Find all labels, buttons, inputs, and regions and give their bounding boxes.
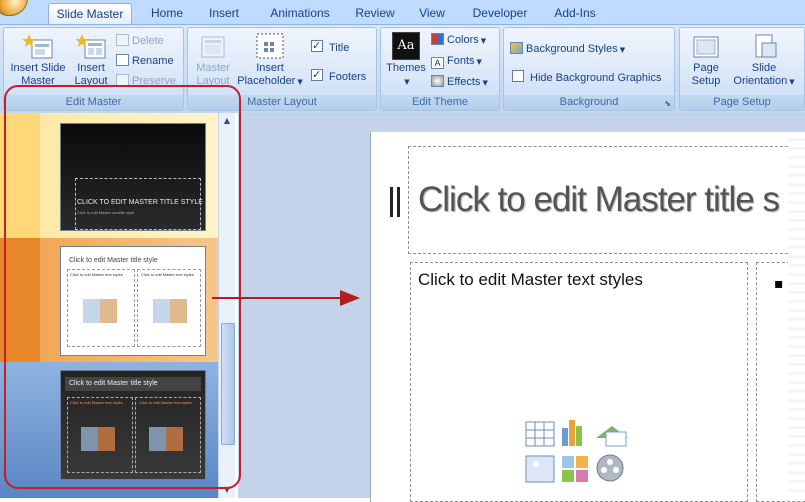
dropdown-arrow-icon: ▼ — [297, 78, 303, 86]
office-button[interactable] — [0, 0, 28, 16]
insert-placeholder-button[interactable]: Insert Placeholder ▼ — [234, 32, 306, 89]
rename-button[interactable]: Rename — [116, 54, 174, 69]
page-setup-label: Page Setup — [680, 95, 804, 110]
dropdown-arrow-icon: ▼ — [404, 78, 410, 86]
tab-home[interactable]: Home — [142, 3, 192, 24]
smartart-icon[interactable] — [596, 426, 628, 447]
colors-icon — [431, 33, 444, 45]
effects-button[interactable]: Effects ▼ — [431, 75, 488, 91]
dropdown-arrow-icon: ▼ — [619, 46, 626, 54]
title-checkbox-box[interactable] — [311, 38, 323, 53]
tab-slide-master[interactable]: Slide Master — [48, 3, 132, 24]
title-checkbox[interactable]: Title — [311, 38, 349, 56]
master-text-styles[interactable]: Click to edit Master text styles — [418, 270, 643, 290]
tab-view[interactable]: View — [412, 3, 452, 24]
dialog-launcher-icon[interactable]: ⬊ — [664, 96, 671, 111]
hide-background-graphics-checkbox[interactable]: Hide Background Graphics — [512, 70, 661, 86]
delete-button[interactable]: Delete — [116, 34, 164, 49]
tab-developer[interactable]: Developer — [468, 3, 532, 24]
annotation-arrow-icon — [340, 290, 360, 306]
page-setup-button[interactable]: Page Setup — [682, 34, 730, 88]
dropdown-arrow-icon: ▼ — [789, 78, 795, 86]
tab-insert[interactable]: Insert — [200, 3, 248, 24]
master-layout-button[interactable]: Master Layout — [192, 34, 234, 88]
tab-add-ins[interactable]: Add-Ins — [550, 3, 600, 24]
picture-icon[interactable] — [525, 455, 555, 483]
bullet-icon: ▪ — [774, 276, 784, 292]
colors-button[interactable]: Colors ▼ — [431, 33, 486, 49]
themes-button[interactable]: Aa Themes ▼ — [383, 32, 429, 89]
insert-layout-button[interactable]: Insert Layout — [70, 34, 112, 88]
effects-icon — [431, 75, 444, 87]
dropdown-arrow-icon: ▼ — [480, 37, 487, 45]
fonts-button[interactable]: A Fonts ▼ — [431, 54, 482, 70]
hide-background-graphics-box[interactable] — [512, 70, 524, 82]
dropdown-arrow-icon: ▼ — [476, 58, 482, 66]
table-icon[interactable] — [525, 421, 555, 447]
footers-checkbox-box[interactable] — [311, 67, 323, 82]
footers-checkbox[interactable]: Footers — [311, 67, 366, 85]
background-styles-icon — [510, 42, 523, 54]
tab-review[interactable]: Review — [350, 3, 400, 24]
slide-orientation-icon — [755, 34, 777, 58]
master-layout-icon — [201, 36, 225, 58]
insert-layout-icon — [76, 34, 106, 59]
slide-orientation-button[interactable]: Slide Orientation ▼ — [730, 34, 798, 89]
insert-slide-master-button[interactable]: Insert Slide Master — [8, 34, 68, 88]
page-setup-icon — [693, 36, 719, 58]
delete-icon — [116, 34, 129, 46]
fonts-icon: A — [431, 57, 444, 69]
media-clip-icon[interactable] — [596, 454, 624, 482]
content-placeholder-icons — [524, 418, 634, 486]
torn-edge-decoration — [788, 132, 805, 498]
clip-art-icon[interactable] — [562, 456, 588, 482]
insert-placeholder-icon — [256, 33, 284, 59]
group-page-setup: Page Setup Slide Orientation ▼ Page Setup — [679, 27, 805, 111]
background-styles-button[interactable]: Background Styles ▼ — [510, 42, 625, 58]
group-edit-theme: Aa Themes ▼ Colors ▼ A Fonts ▼ Effects ▼ Edi… — [380, 27, 500, 111]
dropdown-arrow-icon: ▼ — [482, 79, 488, 87]
edit-theme-label: Edit Theme — [381, 95, 499, 110]
insert-slide-master-icon — [23, 34, 53, 59]
master-title-text[interactable]: Click to edit Master title s — [418, 180, 780, 220]
title-marker-icon — [390, 187, 400, 217]
ribbon-tab-bar: Slide Master Home Insert Animations Revi… — [0, 0, 805, 24]
themes-icon: Aa — [392, 32, 420, 60]
group-background: Background Styles ▼ Hide Background Graph… — [503, 27, 675, 111]
tab-animations[interactable]: Animations — [262, 3, 338, 24]
background-label: Background ⬊ — [504, 95, 674, 110]
insert-content-icons — [525, 420, 628, 483]
chart-icon[interactable] — [562, 420, 582, 446]
rename-icon — [116, 54, 129, 66]
annotation-highlight-frame — [4, 85, 241, 489]
annotation-arrow-line — [212, 297, 346, 299]
